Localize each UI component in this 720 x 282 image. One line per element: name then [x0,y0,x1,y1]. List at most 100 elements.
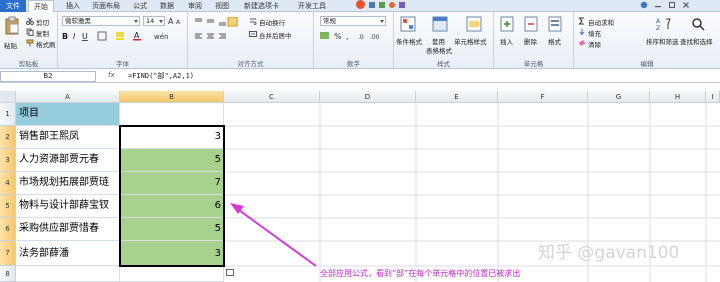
ribbon-tab-bar: 文件 开始 插入 页面布局 公式 数据 审阅 视图 新建选项卡 开发工具 [0,0,720,13]
formula-input[interactable]: =FIND("部",A2,1) [128,71,194,81]
tab-insert[interactable]: 插入 [66,0,80,12]
conditional-format-icon[interactable] [400,16,416,32]
cell-b1[interactable] [120,103,224,126]
help-icon[interactable] [640,1,648,9]
row-header-7[interactable]: 7 [0,241,16,266]
clear-button[interactable]: 清除 [588,39,601,49]
format-painter-button[interactable]: 格式刷 [36,39,56,49]
cell-a7[interactable]: 法务部薛潘 [16,241,120,266]
select-all-corner[interactable] [0,91,16,103]
format-as-table-icon[interactable] [432,16,448,32]
toolbar-icon[interactable] [368,1,376,9]
delete-cells-button[interactable]: 删除 [524,36,537,46]
column-header-g[interactable]: G [588,91,650,103]
wrap-text-icon[interactable] [249,17,257,25]
fx-icon[interactable]: fx [108,71,115,79]
tab-review[interactable]: 审阅 [188,0,202,12]
cell-b2[interactable]: 3 [120,126,224,149]
tab-page-layout[interactable]: 页面布局 [92,0,120,12]
column-header-a[interactable]: A [16,91,120,103]
cell-a8[interactable] [16,266,120,282]
cell-b4[interactable]: 7 [120,172,224,195]
find-select-icon[interactable] [690,16,706,32]
conditional-format-button[interactable]: 条件格式 [396,36,422,46]
autosum-icon[interactable] [578,17,586,25]
insert-cells-icon[interactable] [500,16,514,32]
close-icon[interactable] [682,1,690,9]
cell-a3[interactable]: 人力资源部贾元春 [16,149,120,172]
cell-b6[interactable]: 5 [120,218,224,241]
tab-developer[interactable]: 开发工具 [298,0,326,12]
column-header-e[interactable]: E [416,91,498,103]
svg-text:A: A [134,31,140,40]
font-size-select[interactable]: 14 [143,16,165,26]
paste-icon[interactable] [4,16,20,36]
cell-styles-button[interactable]: 单元格样式 [454,36,487,46]
row-header-8[interactable]: 8 [0,266,16,282]
row-header-5[interactable]: 5 [0,195,16,218]
font-name-select[interactable]: 微软雅黑 [62,16,140,26]
name-box[interactable]: B2 [0,71,96,82]
column-header-f[interactable]: F [498,91,588,103]
toolbar-icon[interactable] [388,1,396,9]
cell-a5[interactable]: 物料与设计部薛宝钗 [16,195,120,218]
cell-styles-icon[interactable] [466,16,482,32]
delete-cells-icon[interactable] [524,16,538,32]
cell-a4[interactable]: 市场规划拓展部贾琏 [16,172,120,195]
minimize-icon[interactable] [654,1,662,9]
font-grow-shrink-icon[interactable]: AA [168,16,184,26]
insert-cells-button[interactable]: 插入 [500,36,513,46]
cell-b5[interactable]: 6 [120,195,224,218]
format-cells-button[interactable]: 格式 [548,36,561,46]
wrap-text-button[interactable]: 自动换行 [259,17,285,27]
eraser-icon[interactable] [578,39,586,47]
formula-bar: B2 fx =FIND("部",A2,1) [0,70,720,83]
column-header-i[interactable]: I [706,91,720,103]
tab-data[interactable]: 数据 [160,0,174,12]
cell-a2[interactable]: 销售部王熙凤 [16,126,120,149]
fill-icon[interactable] [578,28,586,36]
sort-filter-button[interactable]: 排序和筛选 [646,36,679,46]
column-header-h[interactable]: H [650,91,706,103]
row-header-2[interactable]: 2 [0,126,16,149]
toolbar-icon[interactable] [378,1,386,9]
cell-b7[interactable]: 3 [120,241,224,266]
cut-button[interactable]: 剪切 [36,17,49,27]
column-header-b[interactable]: B [120,91,224,103]
row-header-1[interactable]: 1 [0,103,16,126]
toolbar-icon[interactable] [398,1,406,9]
number-format-select[interactable]: 常规 [320,16,386,26]
copy-icon[interactable] [26,28,34,36]
row-header-6[interactable]: 6 [0,218,16,241]
tab-file[interactable]: 文件 [0,0,26,12]
paste-button-label[interactable]: 粘贴 [4,40,17,50]
tab-new-tab[interactable]: 新建选项卡 [244,0,279,12]
number-format-icons[interactable]: %, .0 .00 [320,31,386,41]
cell-a6[interactable]: 采购供应部贾惜春 [16,218,120,241]
cell-b3[interactable]: 5 [120,149,224,172]
column-header-d[interactable]: D [320,91,416,103]
tab-view[interactable]: 视图 [215,0,229,12]
format-painter-icon[interactable] [26,39,34,47]
svg-text:B: B [62,32,68,41]
format-as-table-label-2[interactable]: 表格格式 [426,45,452,55]
scissors-icon[interactable] [26,17,34,25]
merge-center-button[interactable]: 合并后居中 [259,30,292,40]
cells-group-label: 单元格 [523,60,544,68]
merge-center-icon[interactable] [249,30,257,38]
copy-button[interactable]: 复制 [36,28,49,38]
row-header-4[interactable]: 4 [0,172,16,195]
column-header-c[interactable]: C [224,91,320,103]
row-header-3[interactable]: 3 [0,149,16,172]
format-cells-icon[interactable] [548,16,562,32]
font-format-icons[interactable]: B I U A wén [62,31,182,41]
find-select-button[interactable]: 查找和选择 [680,36,713,46]
sort-filter-icon[interactable]: AZ [656,16,672,32]
cell-b8[interactable] [120,266,224,282]
tab-formulas[interactable]: 公式 [133,0,147,12]
fill-button[interactable]: 填充 [588,28,601,38]
cell-a1[interactable]: 项目 [16,103,120,126]
restore-icon[interactable] [668,1,676,9]
autosum-button[interactable]: 自动求和 [588,17,614,27]
paste-options-icon[interactable] [226,269,234,276]
